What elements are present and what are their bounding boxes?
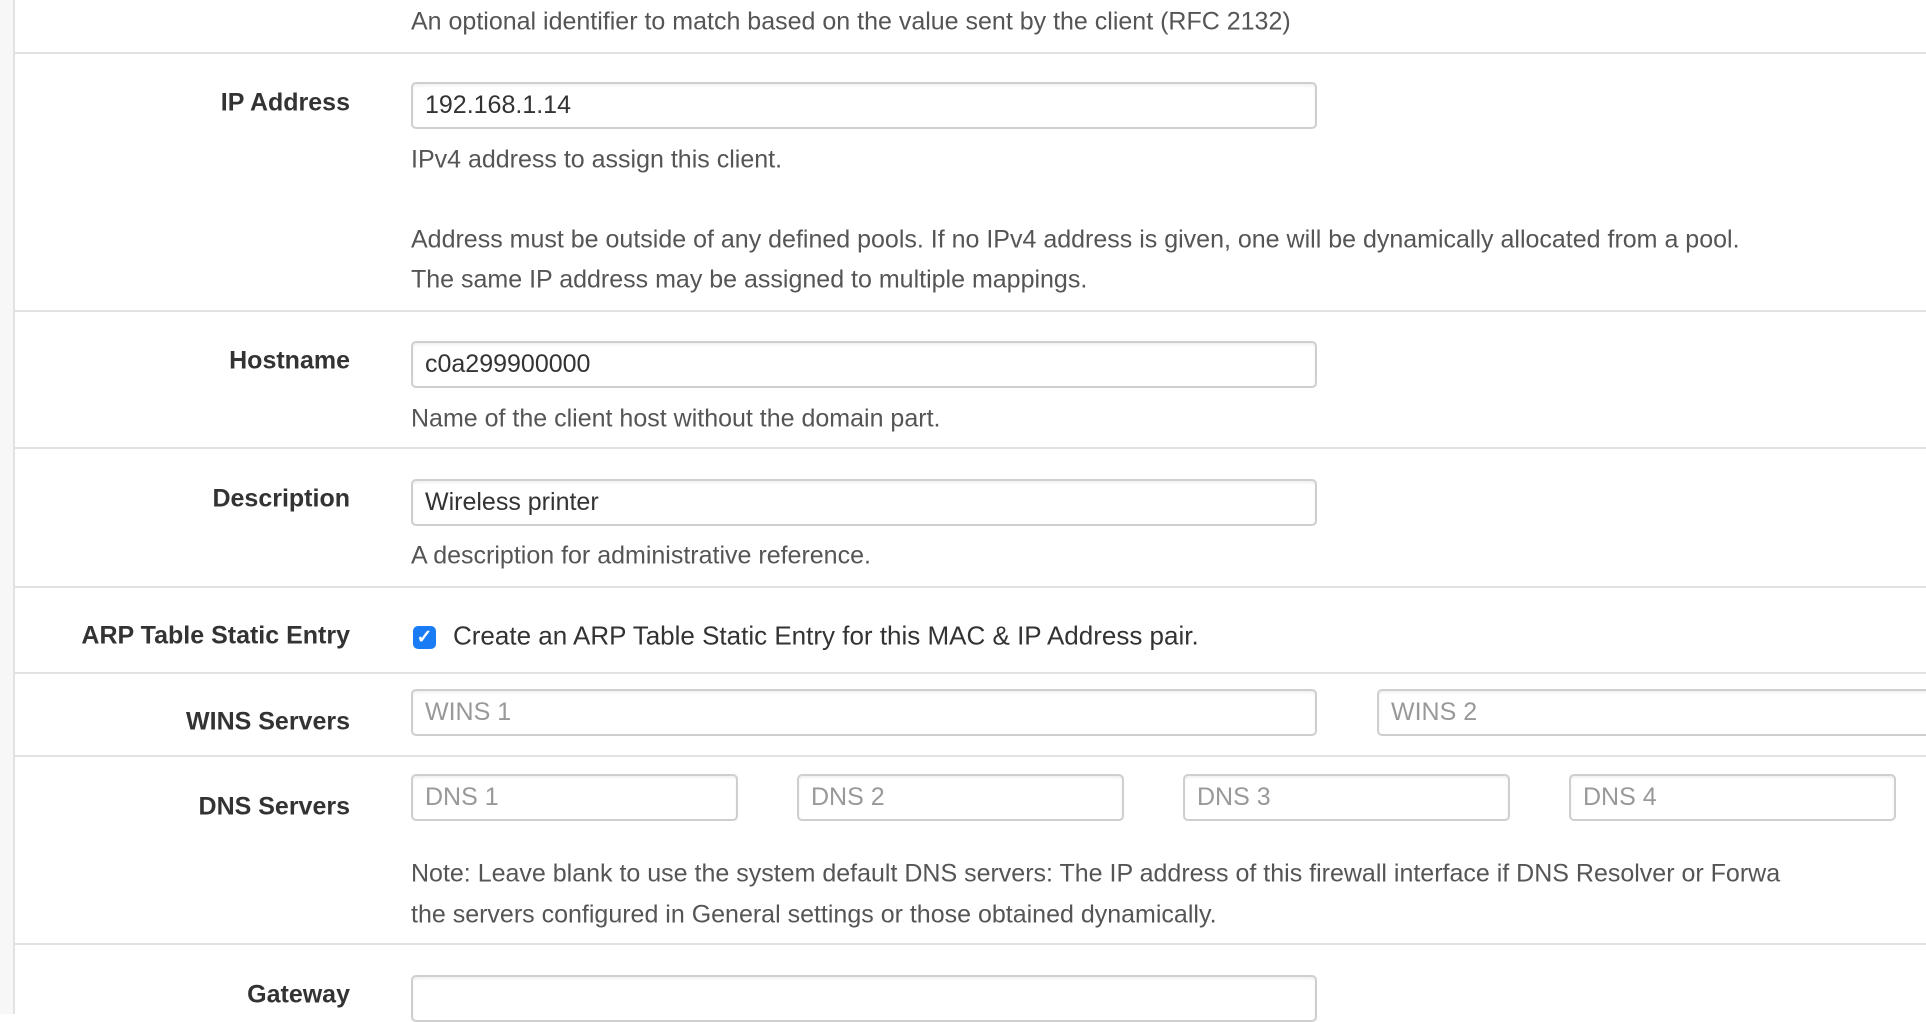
wins-servers-label: WINS Servers <box>186 707 350 736</box>
description-input[interactable] <box>411 479 1317 526</box>
dns-note-line-1: Note: Leave blank to use the system defa… <box>411 859 1781 888</box>
gateway-label: Gateway <box>247 980 350 1009</box>
dns-note-line-2: the servers configured in General settin… <box>411 900 1217 929</box>
dns-2-input[interactable] <box>797 774 1124 821</box>
dns-1-input[interactable] <box>411 774 738 821</box>
row-divider <box>15 447 1926 449</box>
hostname-label: Hostname <box>229 346 350 375</box>
hostname-help: Name of the client host without the doma… <box>411 404 941 433</box>
dns-servers-label: DNS Servers <box>198 792 350 821</box>
row-divider <box>15 52 1926 54</box>
client-identifier-help: An optional identifier to match based on… <box>411 7 1291 36</box>
arp-static-entry-checkbox[interactable]: ✓ <box>413 626 436 649</box>
row-divider <box>15 586 1926 588</box>
ip-address-multiple-help: The same IP address may be assigned to m… <box>411 265 1088 294</box>
ip-address-label: IP Address <box>220 88 350 117</box>
ip-address-input[interactable] <box>411 82 1317 129</box>
row-divider <box>15 755 1926 757</box>
wins-1-input[interactable] <box>411 689 1317 736</box>
dns-4-input[interactable] <box>1569 774 1896 821</box>
row-divider <box>15 672 1926 674</box>
description-label: Description <box>212 484 350 513</box>
gateway-input[interactable] <box>411 975 1317 1022</box>
hostname-input[interactable] <box>411 341 1317 388</box>
checkmark-icon: ✓ <box>416 627 433 648</box>
arp-static-entry-label: ARP Table Static Entry <box>81 621 350 650</box>
row-divider <box>15 943 1926 945</box>
ip-address-help: IPv4 address to assign this client. <box>411 145 783 174</box>
ip-address-pool-help: Address must be outside of any defined p… <box>411 225 1740 254</box>
arp-static-entry-checkbox-label[interactable]: Create an ARP Table Static Entry for thi… <box>453 621 1199 652</box>
wins-2-input[interactable] <box>1377 689 1926 736</box>
left-gutter <box>0 0 15 1014</box>
dns-3-input[interactable] <box>1183 774 1510 821</box>
row-divider <box>15 310 1926 312</box>
description-help: A description for administrative referen… <box>411 541 871 570</box>
